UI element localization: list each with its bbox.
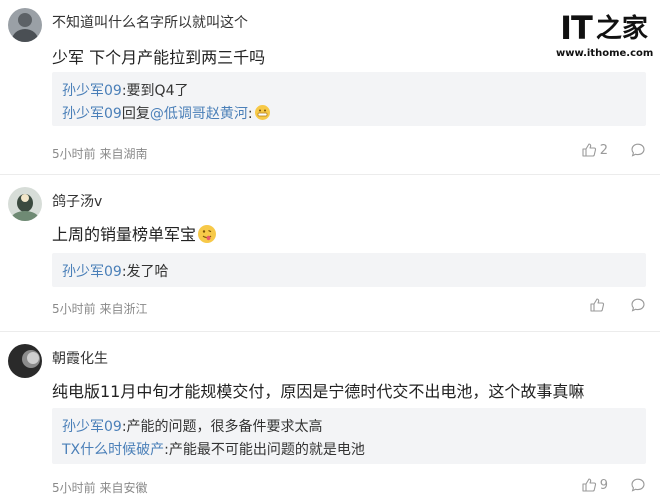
reply-text: 产能的问题，很多备件要求太高	[126, 419, 323, 435]
reply-author[interactable]: 孙少军09	[62, 106, 122, 122]
thumbs-up-icon	[582, 143, 596, 157]
reply-line: 孙少军09:发了哈	[62, 264, 169, 280]
comment-actions: 2	[581, 142, 646, 158]
like-button[interactable]: 2	[581, 142, 608, 158]
reply-line: TX什么时候破产:产能最不可能出问题的就是电池	[62, 442, 365, 458]
avatar-image	[8, 344, 42, 378]
reply-author[interactable]: TX什么时候破产	[62, 442, 164, 458]
avatar[interactable]	[8, 187, 42, 221]
comment-bubble-icon[interactable]	[630, 477, 646, 493]
reply-box: 孙少军09:发了哈	[52, 253, 646, 287]
comment-text: 少军 下个月产能拉到两三千吗	[52, 48, 266, 67]
like-count: 9	[599, 477, 608, 493]
comment-bubble-icon[interactable]	[630, 142, 646, 158]
like-button[interactable]: 9	[581, 477, 608, 493]
comment-item: 鸽子汤v 上周的销量榜单军宝 孙少军09:发了哈 5小时前 来自浙江	[0, 175, 660, 330]
avatar[interactable]	[8, 344, 42, 378]
thumbs-up-icon	[590, 298, 605, 312]
reply-box: 孙少军09:要到Q4了 孙少军09回复@低调哥赵黄河:	[52, 72, 646, 126]
comment-text: 纯电版11月中旬才能规模交付，原因是宁德时代交不出电池，这个故事真嘛	[52, 382, 585, 401]
like-button[interactable]	[589, 297, 608, 313]
reply-box: 孙少军09:产能的问题，很多备件要求太高 TX什么时候破产:产能最不可能出问题的…	[52, 408, 646, 464]
thumbs-up-icon	[582, 478, 596, 492]
username[interactable]: 朝霞化生	[52, 348, 108, 368]
tongue-emoji-icon	[198, 225, 217, 243]
reply-line: 孙少军09:要到Q4了	[62, 83, 189, 99]
comment-actions	[589, 297, 646, 313]
reply-text: 产能最不可能出问题的就是电池	[168, 442, 365, 458]
avatar[interactable]	[8, 8, 42, 42]
comment-bubble-icon[interactable]	[630, 297, 646, 313]
avatar-image	[8, 187, 42, 221]
comment-text: 上周的销量榜单军宝	[52, 221, 217, 245]
reply-text: 发了哈	[126, 264, 169, 280]
reply-line: 孙少军09:产能的问题，很多备件要求太高	[62, 419, 323, 435]
comment-item: 朝霞化生 纯电版11月中旬才能规模交付，原因是宁德时代交不出电池，这个故事真嘛 …	[0, 332, 660, 504]
reply-line: 孙少军09回复@低调哥赵黄河:	[62, 103, 270, 123]
username[interactable]: 不知道叫什么名字所以就叫这个	[52, 12, 248, 32]
comment-meta: 5小时前 来自浙江	[52, 302, 148, 316]
reply-author[interactable]: 孙少军09	[62, 419, 122, 435]
comment-actions: 9	[581, 477, 646, 493]
comment-meta: 5小时前 来自安徽	[52, 481, 148, 495]
reply-author[interactable]: 孙少军09	[62, 83, 122, 99]
comment-meta: 5小时前 来自湖南	[52, 147, 148, 161]
avatar-image	[8, 8, 42, 42]
reply-text: 要到Q4了	[126, 83, 189, 99]
reply-author[interactable]: 孙少军09	[62, 264, 122, 280]
grinning-emoji-icon	[254, 105, 270, 120]
comment-item: 不知道叫什么名字所以就叫这个 少军 下个月产能拉到两三千吗 孙少军09:要到Q4…	[0, 0, 660, 170]
username[interactable]: 鸽子汤v	[52, 191, 102, 211]
like-count: 2	[599, 142, 608, 158]
mention-link[interactable]: @低调哥赵黄河	[150, 106, 248, 122]
